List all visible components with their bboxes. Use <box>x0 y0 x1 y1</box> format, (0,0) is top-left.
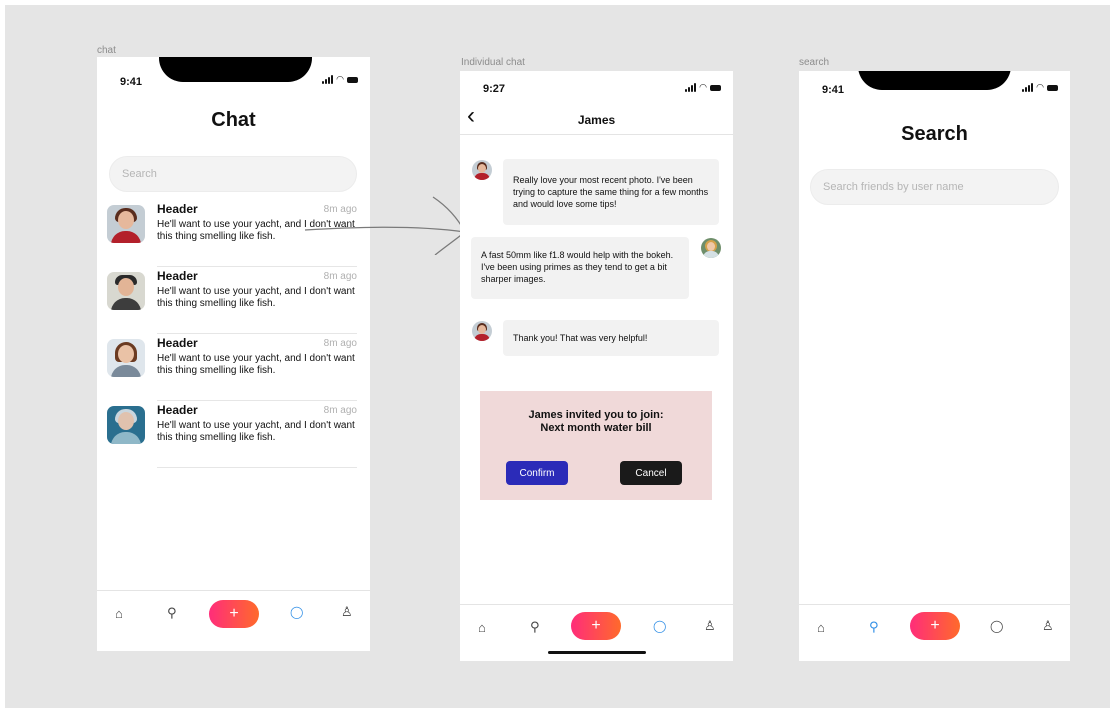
signal-icon <box>685 83 697 92</box>
battery-icon <box>1047 85 1058 91</box>
search-screen: 9:41 ◠ Search Search friends by user nam… <box>799 71 1070 661</box>
signal-icon <box>322 75 334 84</box>
profile-icon[interactable]: ♙ <box>1042 618 1054 634</box>
page-title: Search <box>901 123 968 145</box>
invite-card: James invited you to join: Next month wa… <box>480 391 712 500</box>
friend-search-input[interactable]: Search friends by user name <box>810 169 1059 205</box>
status-time: 9:27 <box>483 83 506 95</box>
add-button[interactable]: + <box>571 612 621 640</box>
invite-line-1: James invited you to join: <box>528 409 664 421</box>
message-bubble-received: Thank you! That was very helpful! <box>503 320 719 356</box>
chat-row-header: Header <box>157 202 198 216</box>
status-icons: ◠ <box>685 83 721 92</box>
message-bubble-sent: A fast 50mm like f1.8 would help with th… <box>471 237 689 299</box>
frame-label-individual: Individual chat <box>461 57 525 68</box>
search-placeholder: Search <box>122 168 157 180</box>
search-icon[interactable]: ⚲ <box>167 605 177 621</box>
tab-bar-divider <box>799 604 1070 605</box>
battery-icon <box>347 77 358 83</box>
signal-icon <box>1022 83 1034 92</box>
status-time: 9:41 <box>822 84 845 96</box>
conversation-title: James <box>577 113 616 127</box>
message-bubble-received: Really love your most recent photo. I've… <box>503 159 719 225</box>
chat-row-time: 8m ago <box>323 338 357 349</box>
add-button[interactable]: + <box>910 612 960 640</box>
profile-icon[interactable]: ♙ <box>341 604 353 620</box>
status-icons: ◠ <box>1022 83 1058 92</box>
frame-label-search: search <box>799 57 830 68</box>
wifi-icon: ◠ <box>1036 82 1044 92</box>
phone-notch <box>858 71 1011 90</box>
home-icon[interactable]: ⌂ <box>115 606 123 621</box>
chat-list-item[interactable]: Header 8m ago He'll want to use your yac… <box>107 334 357 401</box>
home-icon[interactable]: ⌂ <box>478 620 486 635</box>
home-icon[interactable]: ⌂ <box>817 620 825 635</box>
design-canvas: chat Individual chat search 9:41 ◠ Chat … <box>5 5 1110 708</box>
chat-list-item[interactable]: Header 8m ago He'll want to use your yac… <box>107 401 357 468</box>
status-icons: ◠ <box>322 75 358 84</box>
invite-message: James invited you to join: Next month wa… <box>480 409 712 435</box>
cancel-button[interactable]: Cancel <box>620 461 682 485</box>
search-icon[interactable]: ⚲ <box>530 619 540 635</box>
avatar <box>701 238 721 258</box>
chat-row-header: Header <box>157 336 198 350</box>
individual-chat-screen: 9:27 ◠ ‹ James Really love your most rec… <box>460 71 733 661</box>
status-time: 9:41 <box>120 76 143 88</box>
frame-label-chat: chat <box>97 45 116 56</box>
wifi-icon: ◠ <box>336 74 344 84</box>
chat-row-preview: He'll want to use your yacht, and I don'… <box>157 286 355 309</box>
avatar <box>472 321 492 341</box>
search-placeholder: Search friends by user name <box>823 181 964 193</box>
tab-bar-divider <box>97 590 370 591</box>
avatar <box>107 339 145 377</box>
chat-list-item[interactable]: Header 8m ago He'll want to use your yac… <box>107 267 357 334</box>
home-indicator <box>548 651 646 654</box>
chat-bubble-icon[interactable]: ◯ <box>290 605 303 619</box>
avatar <box>107 205 145 243</box>
add-button[interactable]: + <box>209 600 259 628</box>
chat-screen: 9:41 ◠ Chat Search Header 8m ago He'll w… <box>97 57 370 651</box>
chat-row-time: 8m ago <box>323 405 357 416</box>
row-divider <box>157 467 357 468</box>
battery-icon <box>710 85 721 91</box>
search-icon[interactable]: ⚲ <box>869 619 879 635</box>
confirm-button[interactable]: Confirm <box>506 461 568 485</box>
page-title: Chat <box>211 109 256 131</box>
chat-bubble-icon[interactable]: ◯ <box>653 619 666 633</box>
header-divider <box>460 134 733 135</box>
wifi-icon: ◠ <box>699 82 707 92</box>
chat-row-preview: He'll want to use your yacht, and I don'… <box>157 353 355 376</box>
profile-icon[interactable]: ♙ <box>704 618 716 634</box>
phone-notch <box>159 57 312 82</box>
chat-row-header: Header <box>157 403 198 417</box>
tab-bar-divider <box>460 604 733 605</box>
avatar <box>107 272 145 310</box>
avatar <box>107 406 145 444</box>
chat-bubble-icon[interactable]: ◯ <box>990 619 1003 633</box>
avatar <box>472 160 492 180</box>
invite-line-2: Next month water bill <box>540 422 652 434</box>
prototype-connector-arrow <box>304 196 466 255</box>
chat-row-preview: He'll want to use your yacht, and I don'… <box>157 420 355 443</box>
chat-row-time: 8m ago <box>323 271 357 282</box>
chat-row-header: Header <box>157 269 198 283</box>
